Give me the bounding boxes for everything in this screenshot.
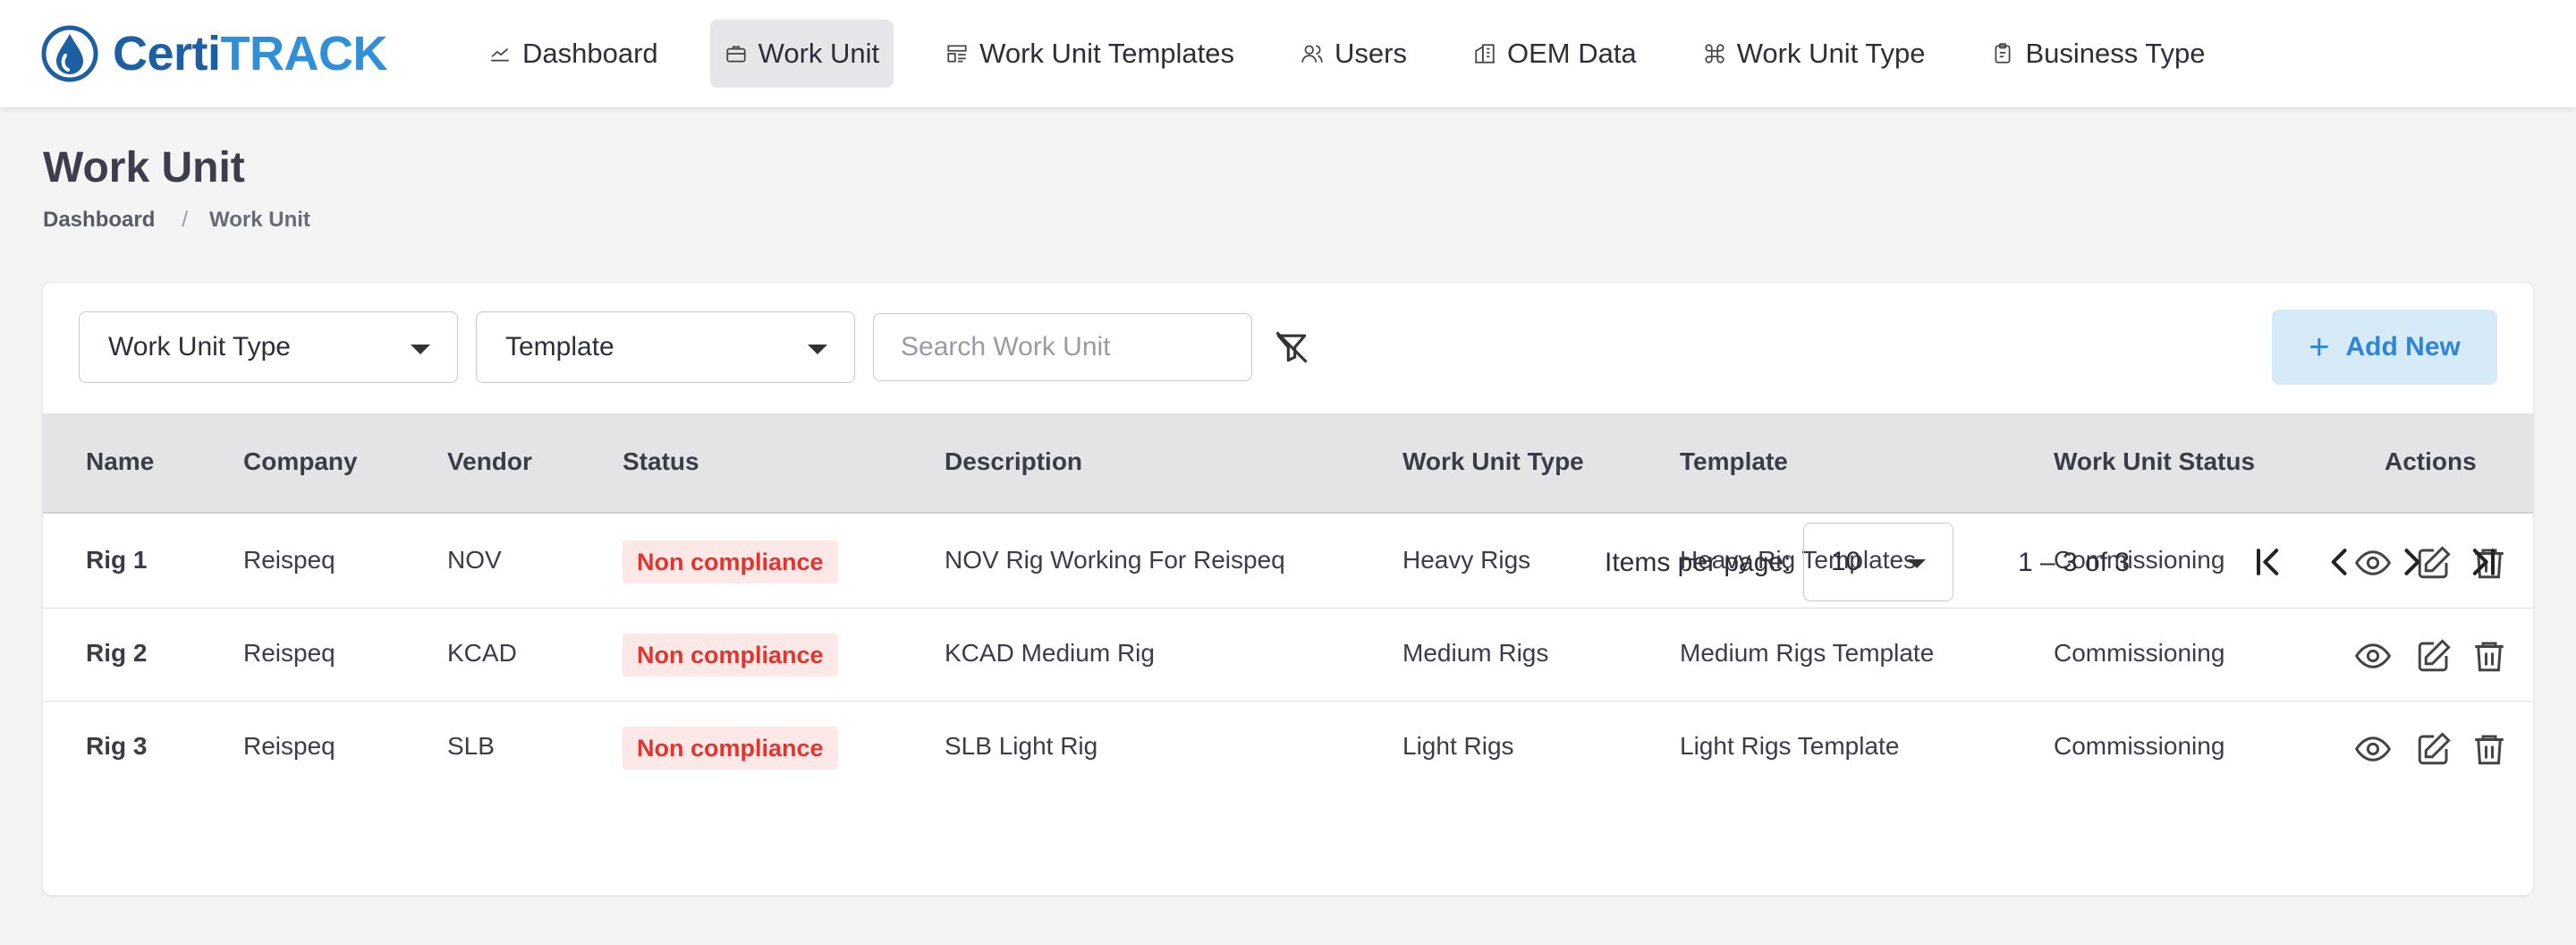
nav-work-unit-templates[interactable]: Work Unit Templates [931,20,1249,88]
cell-work-unit-type: Light Rigs [1402,732,1514,760]
cell-company: Reispeq [243,546,335,574]
page-size-value: 10 [1831,547,1861,576]
nav-label: Work Unit Templates [979,38,1235,69]
column-header-vendor[interactable]: Vendor [447,447,532,476]
view-icon[interactable] [2354,637,2392,675]
cell-vendor: SLB [447,732,495,760]
nav-label: Business Type [2025,38,2206,69]
caret-down-icon [411,345,430,354]
table-header: Name Company Vendor Status Description W… [43,413,2533,514]
delete-icon[interactable] [2470,637,2508,675]
page-size-select[interactable]: 10 [1803,523,1953,601]
view-icon[interactable] [2354,544,2392,582]
caret-down-icon [808,345,827,354]
users-icon [1301,45,1323,63]
table-row[interactable]: Rig 1 Reispeq NOV Non compliance NOV Rig… [43,515,2533,609]
cell-description: SLB Light Rig [945,732,1098,760]
search-input[interactable] [873,313,1252,381]
column-header-template[interactable]: Template [1680,447,1788,476]
nav-label: OEM Data [1506,38,1637,69]
building-icon [1475,44,1495,64]
select-value: Template [505,332,614,362]
status-badge: Non compliance [623,727,838,770]
column-header-name[interactable]: Name [86,447,154,476]
nav-work-unit-type[interactable]: Work Unit Type [1689,20,1940,88]
breadcrumb-dashboard-link[interactable]: Dashboard [43,208,155,233]
cell-description: KCAD Medium Rig [945,639,1155,667]
briefcase-icon [726,46,746,63]
cell-name: Rig 3 [86,732,148,760]
first-page-icon[interactable] [2249,542,2288,582]
logo-drop-icon [41,25,98,82]
page-range: 1 – 3 of 3 [2018,548,2131,577]
chart-icon [491,47,509,62]
template-select[interactable]: Template [476,311,855,383]
column-header-company[interactable]: Company [243,447,358,476]
nav-business-type[interactable]: Business Type [1977,20,2219,88]
plus-icon: + [2309,328,2330,367]
nav-label: Users [1335,38,1407,69]
main-nav: Dashboard Work Unit Work Unit Templates … [474,20,2258,88]
cell-vendor: NOV [447,546,502,574]
column-header-work-unit-type[interactable]: Work Unit Type [1402,447,1584,476]
status-badge: Non compliance [623,541,838,583]
breadcrumb-current: Work Unit [209,208,310,232]
edit-icon[interactable] [2415,730,2453,768]
nav-dashboard[interactable]: Dashboard [474,20,673,88]
next-page-icon[interactable] [2392,542,2431,582]
view-icon[interactable] [2354,730,2392,768]
table-row[interactable]: Rig 2 Reispeq KCAD Non compliance KCAD M… [43,609,2533,702]
breadcrumb-separator: / [182,208,189,232]
nav-work-unit[interactable]: Work Unit [709,20,894,88]
select-value: Work Unit Type [108,332,291,362]
column-header-work-unit-status[interactable]: Work Unit Status [2054,447,2255,476]
cell-template: Light Rigs Template [1680,732,1900,760]
template-icon [947,45,967,63]
column-header-status[interactable]: Status [623,447,699,476]
cell-work-unit-type: Medium Rigs [1402,639,1549,667]
cell-work-unit-status: Commissioning [2054,732,2225,760]
cell-vendor: KCAD [447,639,517,667]
status-badge: Non compliance [623,634,838,677]
add-new-button[interactable]: + Add New [2272,310,2497,385]
nav-users[interactable]: Users [1286,20,1421,88]
delete-icon[interactable] [2470,730,2508,768]
app-logo[interactable]: CertiTRACK [41,25,388,82]
nav-label: Dashboard [522,38,658,69]
brand-name: CertiTRACK [113,27,388,81]
column-header-description[interactable]: Description [945,447,1082,476]
cell-work-unit-type: Heavy Rigs [1402,546,1531,574]
previous-page-icon[interactable] [2320,542,2360,582]
cell-company: Reispeq [243,732,335,760]
last-page-icon[interactable] [2463,542,2503,582]
nav-oem-data[interactable]: OEM Data [1459,20,1651,88]
nav-label: Work Unit [758,38,880,69]
work-unit-card: Work Unit Type Template + Add New Name C… [43,283,2533,895]
clear-filter-icon[interactable] [1272,328,1311,367]
edit-icon[interactable] [2415,637,2453,675]
add-new-label: Add New [2345,332,2461,362]
column-header-actions: Actions [2385,447,2477,475]
cell-description: NOV Rig Working For Reispeq [945,546,1285,574]
cell-name: Rig 1 [86,546,148,574]
cell-company: Reispeq [243,639,335,667]
page-title: Work Unit [43,144,245,192]
command-icon [1705,44,1724,64]
top-navbar: CertiTRACK Dashboard Work Unit Work Unit… [0,0,2576,107]
breadcrumb: Dashboard / Work Unit [43,208,310,233]
clipboard-icon [1996,43,2011,64]
table-row[interactable]: Rig 3 Reispeq SLB Non compliance SLB Lig… [43,702,2533,795]
nav-label: Work Unit Type [1736,38,1926,69]
work-unit-type-select[interactable]: Work Unit Type [79,311,458,383]
cell-name: Rig 2 [86,639,148,667]
caret-down-icon [1908,559,1926,568]
cell-template: Medium Rigs Template [1680,639,1935,667]
items-per-page-label: Items per page: [1605,548,1792,577]
cell-work-unit-status: Commissioning [2054,639,2225,667]
